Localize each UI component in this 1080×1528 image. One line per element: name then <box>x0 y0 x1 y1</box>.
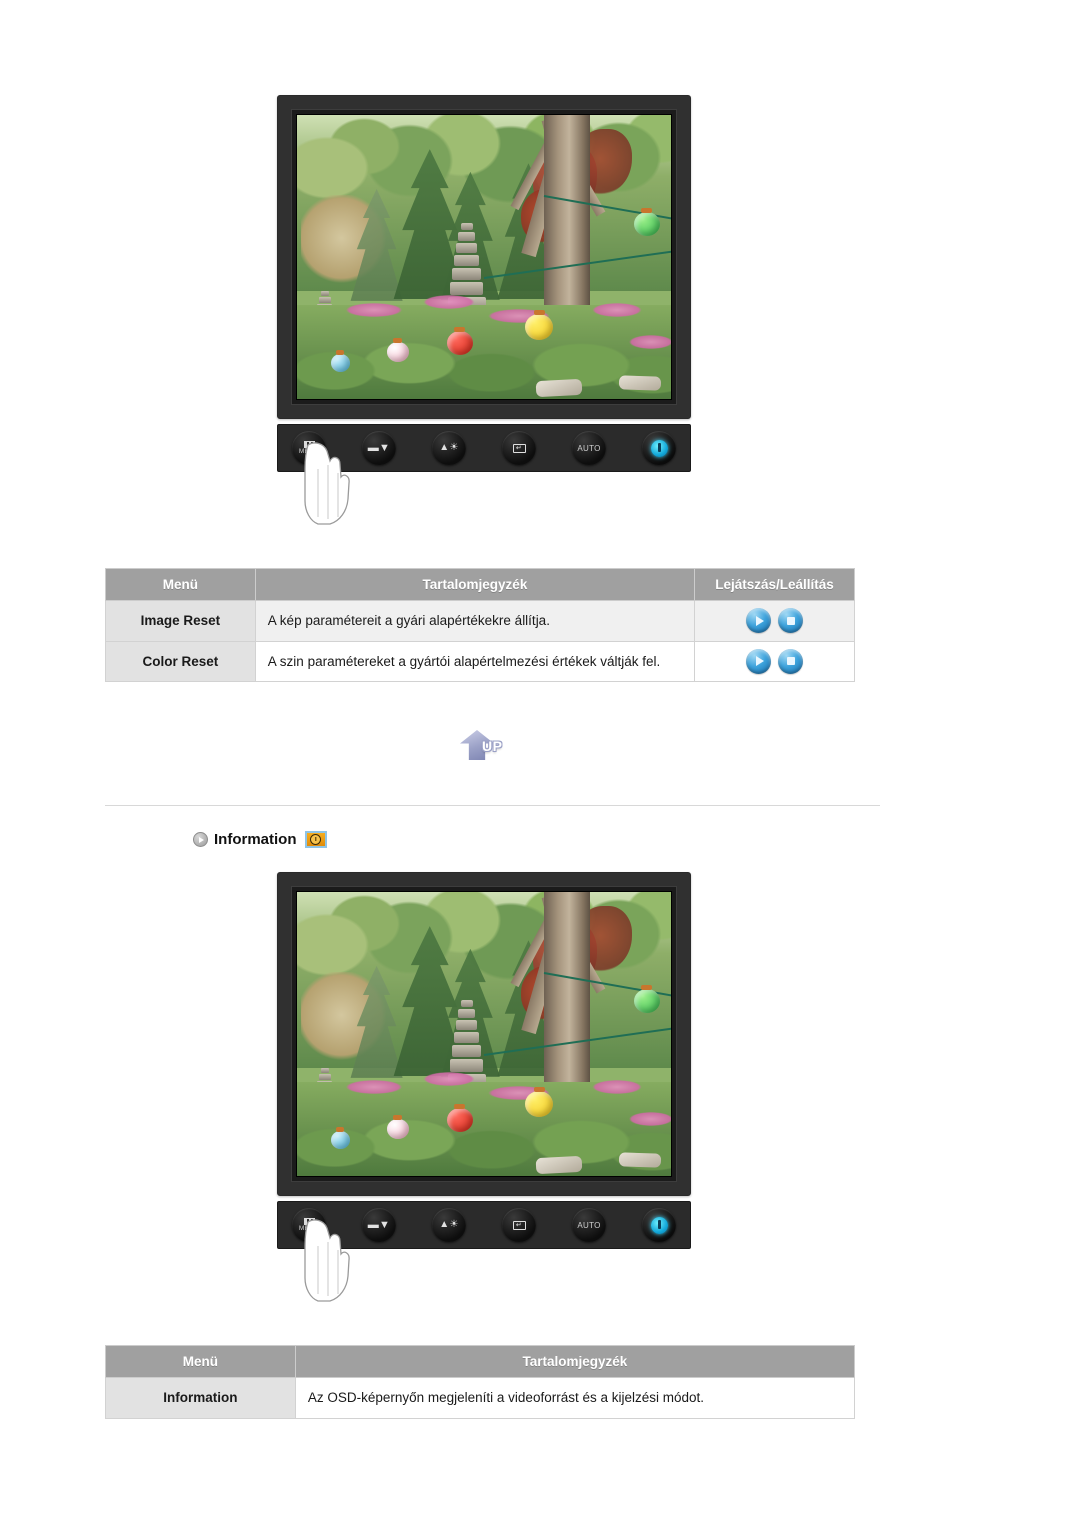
down-arrow-icon: ▬▼ <box>367 441 391 454</box>
menu-bars-icon <box>303 1217 315 1225</box>
section-heading-information: Information <box>193 831 327 848</box>
monitor-inner-bevel <box>291 886 677 1182</box>
monitor-bezel <box>277 872 691 1196</box>
stop-button[interactable] <box>778 648 804 674</box>
monitor-illustration-top: MENU ▬▼ ▲☀ ↵ AUTO <box>277 95 691 525</box>
enter-icon: ↵ <box>512 1220 526 1230</box>
auto-button-label: AUTO <box>577 1220 601 1230</box>
table-row: Image Reset A kép paramétereit a gyári a… <box>105 600 855 642</box>
enter-button[interactable]: ↵ <box>502 431 536 465</box>
section-divider <box>105 805 880 806</box>
enter-icon: ↵ <box>512 443 526 453</box>
table-header-row: Menü Tartalomjegyzék Lejátszás/Leállítás <box>105 568 855 601</box>
column-header-contents: Tartalomjegyzék <box>254 568 696 601</box>
down-button[interactable]: ▬▼ <box>362 1208 396 1242</box>
menu-name-color-reset: Color Reset <box>105 640 256 683</box>
menu-button[interactable]: MENU <box>292 1208 326 1242</box>
monitor-bezel <box>277 95 691 419</box>
menu-name-image-reset: Image Reset <box>105 600 256 642</box>
stop-button[interactable] <box>778 608 804 634</box>
monitor-control-panel: MENU ▬▼ ▲☀ ↵ AUTO <box>277 424 691 525</box>
garden-scene-image <box>297 115 671 399</box>
monitor-screen <box>296 114 672 400</box>
auto-button-label: AUTO <box>577 443 601 453</box>
monitor-control-panel: MENU ▬▼ ▲☀ ↵ AUTO <box>277 1201 691 1302</box>
description-information: Az OSD-képernyőn megjeleníti a videoforr… <box>294 1377 856 1419</box>
arrow-circle-icon <box>193 832 208 847</box>
down-button[interactable]: ▬▼ <box>362 431 396 465</box>
power-button[interactable] <box>642 1208 676 1242</box>
column-header-playstop: Lejátszás/Leállítás <box>694 568 855 601</box>
menu-name-information: Information <box>105 1377 296 1419</box>
playstop-cell-color-reset <box>694 640 855 683</box>
table-row: Color Reset A szin paramétereket a gyárt… <box>105 640 855 683</box>
power-button[interactable] <box>642 431 676 465</box>
brightness-icon: ▲☀ <box>439 1219 459 1230</box>
image-color-reset-table: Menü Tartalomjegyzék Lejátszás/Leállítás… <box>105 568 855 683</box>
menu-button-label: MENU <box>298 1224 320 1232</box>
enter-button[interactable]: ↵ <box>502 1208 536 1242</box>
description-image-reset: A kép paramétereit a gyári alapértékekre… <box>254 600 696 642</box>
brightness-icon: ▲☀ <box>439 442 459 453</box>
column-header-menu: Menü <box>105 1345 296 1378</box>
monitor-illustration-bottom: MENU ▬▼ ▲☀ ↵ AUTO <box>277 872 691 1302</box>
description-color-reset: A szin paramétereket a gyártói alapértel… <box>254 640 696 683</box>
section-heading-label: Information <box>214 831 297 848</box>
auto-button[interactable]: AUTO <box>572 431 606 465</box>
play-button[interactable] <box>745 608 771 634</box>
menu-button[interactable]: MENU <box>292 431 326 465</box>
brightness-button[interactable]: ▲☀ <box>432 431 466 465</box>
table-row: Information Az OSD-képernyőn megjeleníti… <box>105 1377 856 1419</box>
up-button[interactable]: UP <box>460 730 518 762</box>
monitor-inner-bevel <box>291 109 677 405</box>
information-table: Menü Tartalomjegyzék Information Az OSD-… <box>105 1345 856 1419</box>
brightness-button[interactable]: ▲☀ <box>432 1208 466 1242</box>
auto-button[interactable]: AUTO <box>572 1208 606 1242</box>
down-arrow-icon: ▬▼ <box>367 1218 391 1231</box>
menu-button-label: MENU <box>298 447 320 455</box>
information-badge-icon <box>304 831 327 848</box>
playstop-cell-image-reset <box>694 600 855 642</box>
table-header-row: Menü Tartalomjegyzék <box>105 1345 856 1378</box>
power-icon <box>650 439 668 457</box>
garden-scene-image <box>297 892 671 1176</box>
menu-bars-icon <box>303 440 315 448</box>
column-header-contents: Tartalomjegyzék <box>294 1345 856 1378</box>
power-icon <box>650 1216 668 1234</box>
column-header-menu: Menü <box>105 568 256 601</box>
monitor-screen <box>296 891 672 1177</box>
up-button-label: UP <box>482 738 503 754</box>
play-button[interactable] <box>745 648 771 674</box>
